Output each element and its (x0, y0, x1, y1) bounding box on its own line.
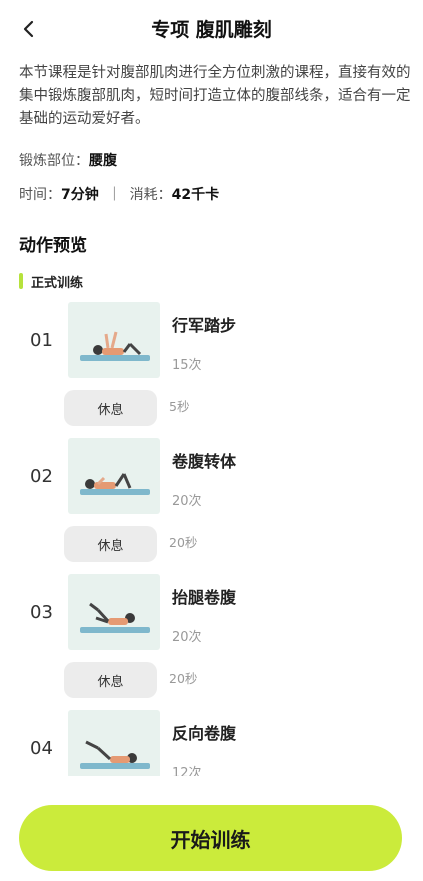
exercise-illustration (68, 302, 160, 378)
section-title: 动作预览 (19, 236, 87, 256)
time-value: 7分钟 (61, 187, 99, 203)
exercise-name: 行军踏步 (172, 316, 237, 335)
calorie-value: 42千卡 (171, 187, 220, 203)
training-part: 锻炼部位：腰腹 (19, 150, 117, 170)
course-description: 本节课程是针对腹部肌肉进行全方位刺激的课程，直接有效的集中锻炼腹部肌肉，短时间打… (19, 65, 411, 127)
rest-button[interactable]: 休息 (64, 526, 157, 562)
exercise-name: 抬腿卷腹 (172, 588, 237, 607)
exercise-count: 20次 (172, 494, 202, 509)
exercise-count: 20次 (172, 630, 202, 645)
exercise-illustration (68, 574, 160, 650)
exercise-illustration (68, 710, 160, 776)
part-value: 腰腹 (89, 153, 117, 169)
calorie-label: 消耗： (129, 187, 172, 203)
exercise-number: 02 (30, 466, 53, 487)
exercise-list[interactable]: 01 行军踏步 15次 休息 5秒 02 卷腹转体 20次 休息 20秒 03 … (0, 298, 423, 776)
rest-button[interactable]: 休息 (64, 390, 157, 426)
rest-item: 休息 5秒 (0, 390, 423, 430)
rest-duration: 20秒 (169, 671, 198, 686)
time-label: 时间： (19, 187, 61, 203)
exercise-name: 卷腹转体 (172, 452, 237, 471)
subsection-header: 正式训练 (19, 272, 84, 291)
rest-button[interactable]: 休息 (64, 662, 157, 698)
rest-duration: 5秒 (169, 399, 190, 414)
subsection-label: 正式训练 (31, 275, 84, 291)
start-training-button[interactable]: 开始训练 (19, 805, 402, 871)
exercise-number: 04 (30, 738, 53, 759)
exercise-illustration (68, 438, 160, 514)
separator: ｜ (107, 187, 122, 203)
exercise-item[interactable]: 01 行军踏步 15次 (0, 298, 423, 386)
exercise-count: 15次 (172, 358, 202, 373)
rest-item: 休息 20秒 (0, 662, 423, 702)
exercise-count: 12次 (172, 766, 202, 776)
header: 专项 腹肌雕刻 (0, 0, 423, 56)
exercise-item[interactable]: 03 抬腿卷腹 20次 (0, 570, 423, 658)
exercise-item[interactable]: 04 反向卷腹 12次 (0, 706, 423, 776)
exercise-number: 01 (30, 330, 53, 351)
exercise-number: 03 (30, 602, 53, 623)
rest-duration: 20秒 (169, 535, 198, 550)
rest-item: 休息 20秒 (0, 526, 423, 566)
accent-bar (19, 273, 23, 289)
exercise-name: 反向卷腹 (172, 724, 237, 743)
time-calorie: 时间：7分钟 ｜ 消耗：42千卡 (19, 184, 219, 204)
part-label: 锻炼部位： (19, 153, 89, 169)
exercise-item[interactable]: 02 卷腹转体 20次 (0, 434, 423, 522)
page-title: 专项 腹肌雕刻 (151, 19, 272, 41)
